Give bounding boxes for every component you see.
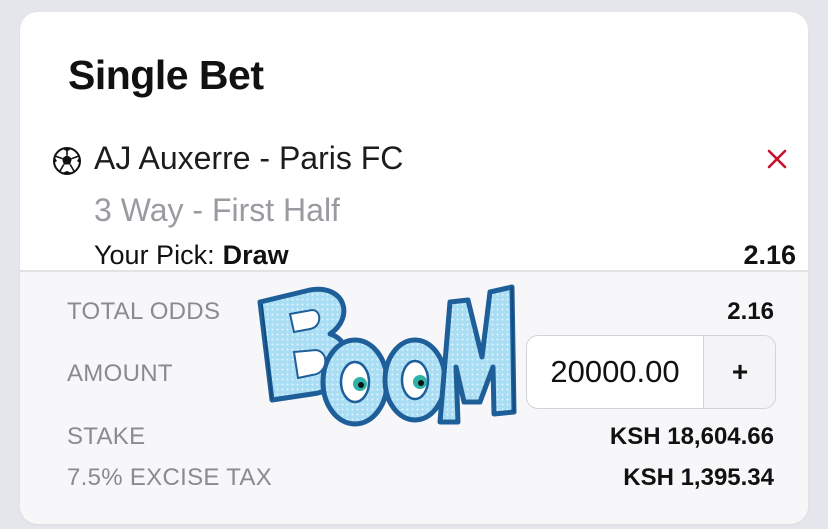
total-odds-value: 2.16	[727, 298, 774, 325]
excise-tax-value: KSH 1,395.34	[623, 464, 774, 491]
match-name: AJ Auxerre - Paris FC	[94, 140, 404, 176]
bet-slip-card: Single Bet AJ Auxerre - Paris FC 3 Way -…	[20, 12, 808, 524]
bet-slip-title: Single Bet	[68, 52, 264, 98]
selection-row: AJ Auxerre - Paris FC	[52, 140, 787, 182]
amount-stepper: +	[526, 335, 776, 409]
excise-tax-label: 7.5% EXCISE TAX	[67, 464, 273, 491]
total-odds-label: TOTAL ODDS	[67, 298, 221, 325]
stake-value: KSH 18,604.66	[609, 423, 774, 450]
stake-label: STAKE	[67, 423, 146, 450]
soccer-ball-icon	[53, 147, 81, 175]
amount-input[interactable]	[527, 336, 703, 408]
close-icon[interactable]	[762, 144, 792, 174]
amount-label: AMOUNT	[67, 360, 173, 387]
pick-odds: 2.16	[743, 240, 796, 270]
pick-label: Your Pick:	[94, 240, 215, 270]
increase-amount-button[interactable]: +	[703, 336, 775, 408]
market-name: 3 Way - First Half	[94, 192, 340, 228]
boom-sticker	[257, 284, 517, 427]
pick-value: Draw	[222, 240, 289, 270]
